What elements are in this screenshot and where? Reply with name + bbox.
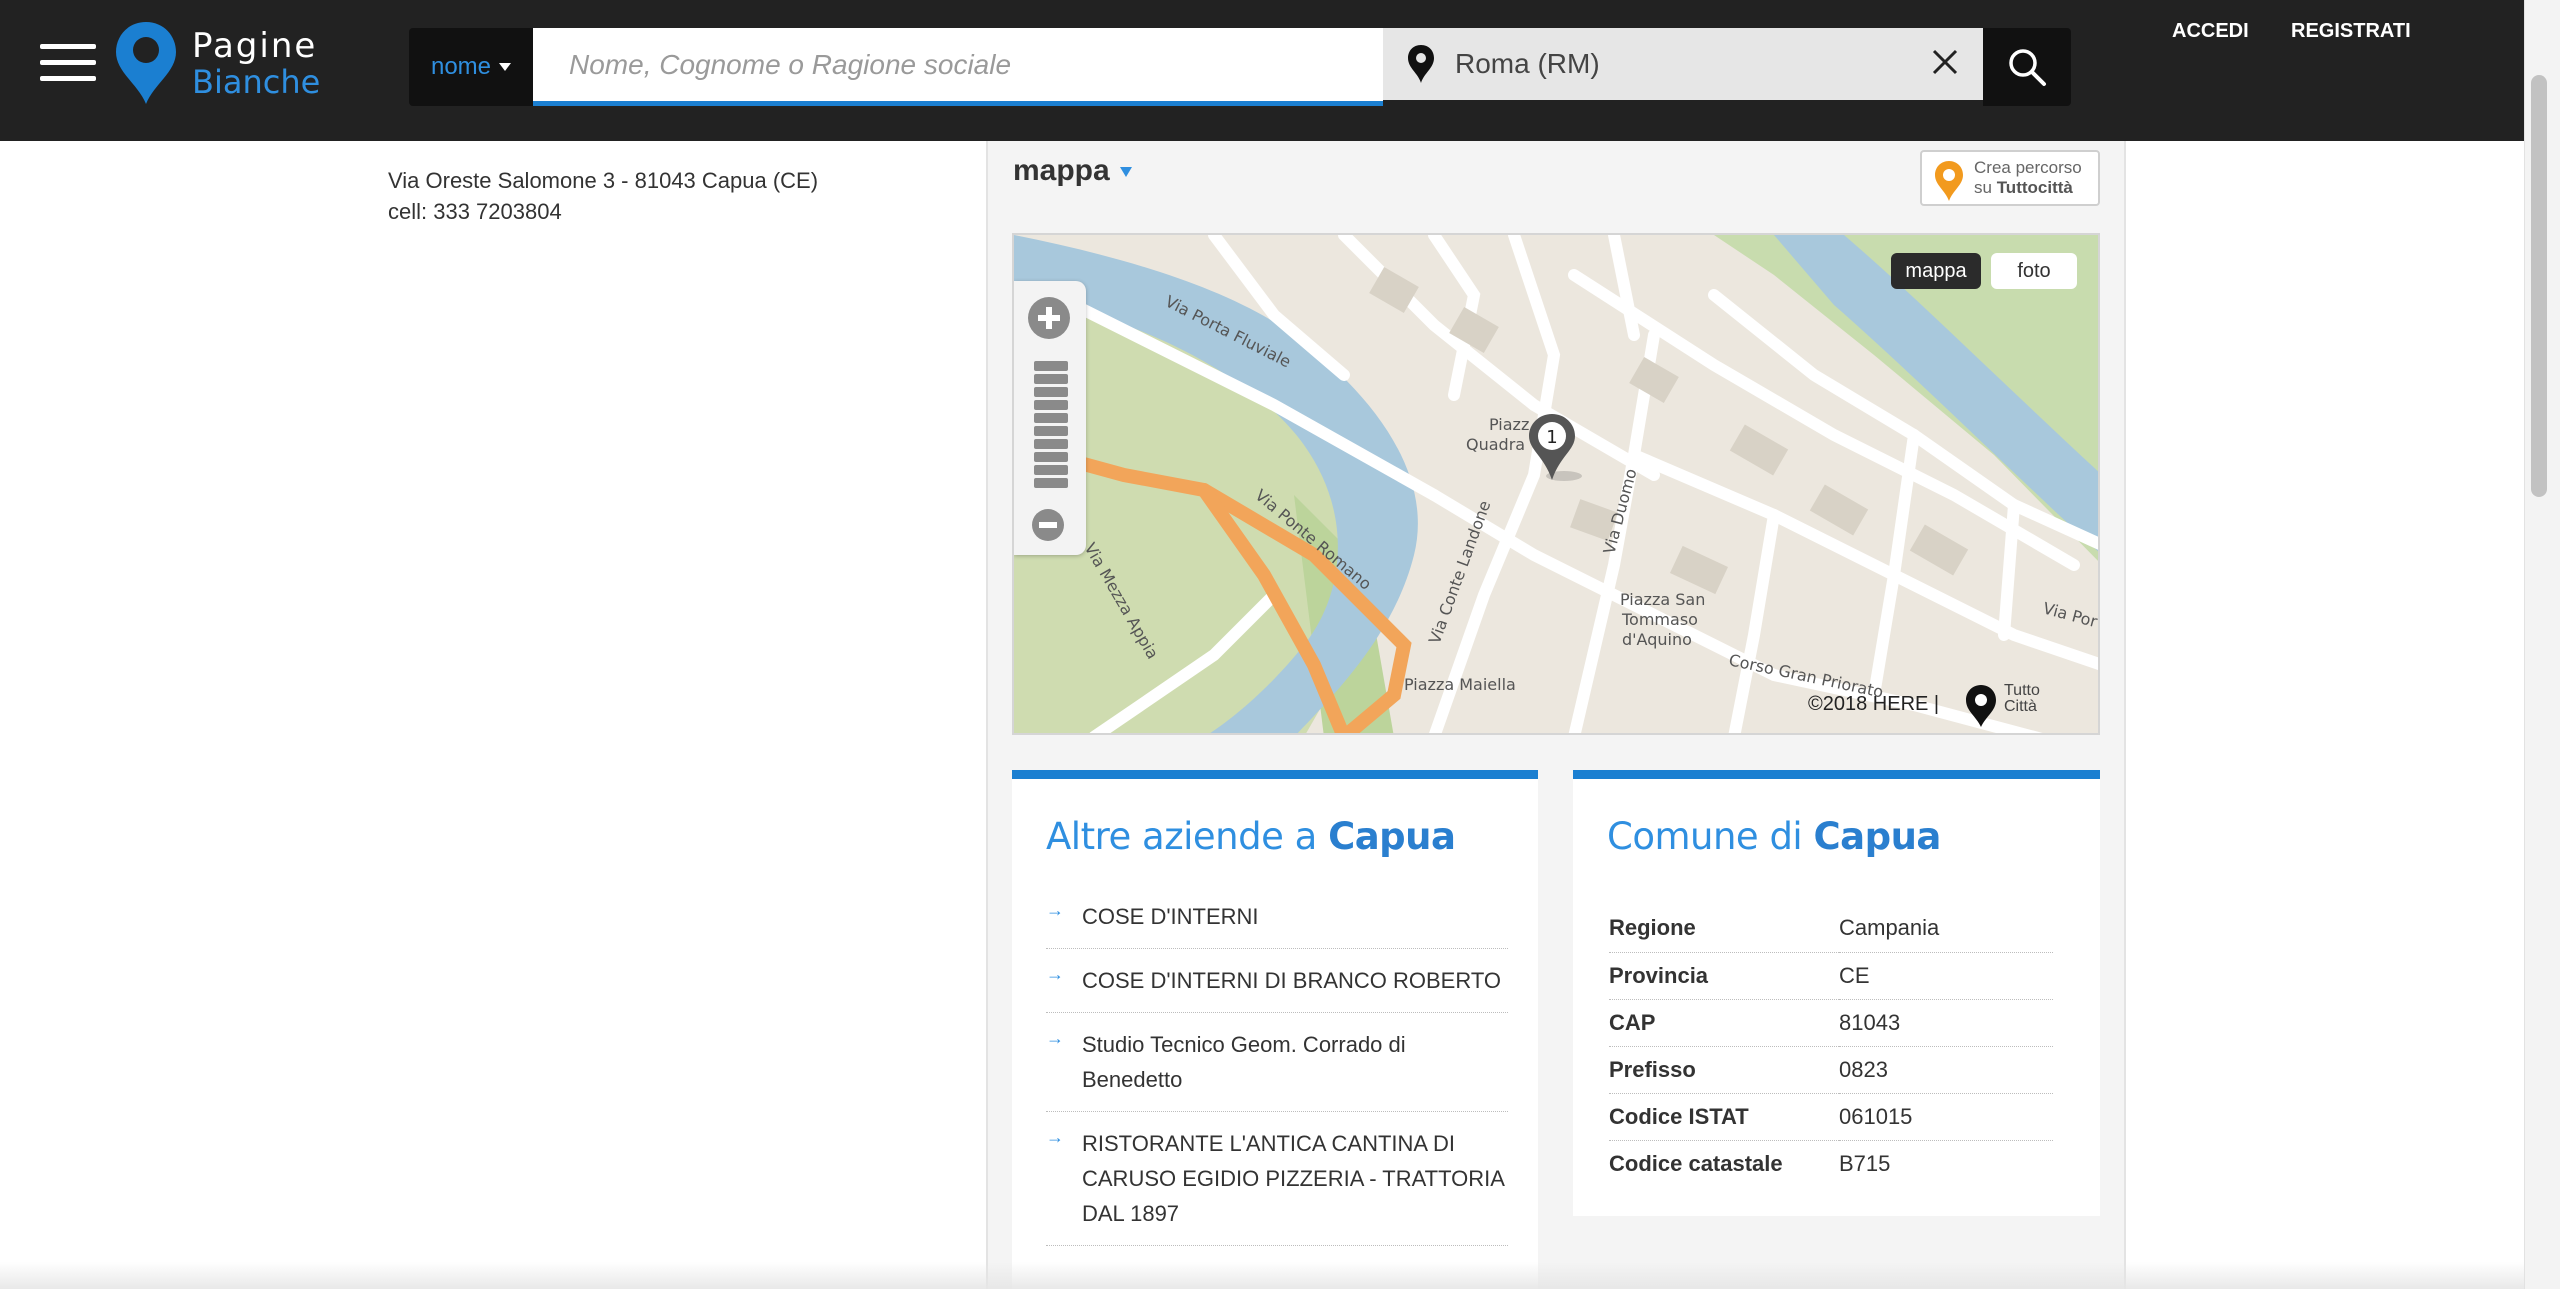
zoom-out-icon[interactable] [1032,509,1064,541]
table-row: Codice ISTAT 061015 [1609,1093,2053,1141]
info-key: CAP [1609,999,1839,1047]
zoom-slider[interactable] [1034,361,1068,496]
name-search-field [533,28,1383,106]
create-route-label: Crea percorso su Tuttocittà [1974,158,2082,198]
create-route-line2-prefix: su [1974,178,1997,197]
other-businesses-list: → COSE D'INTERNI → COSE D'INTERNI DI BRANC… [1046,899,1508,1246]
create-route-button[interactable]: Crea percorso su Tuttocittà [1920,150,2100,206]
page-scrollbar-thumb[interactable] [2531,75,2547,497]
list-item[interactable]: → Studio Tecnico Geom. Corrado di Benedet… [1046,1013,1508,1112]
table-row: Prefisso 0823 [1609,1046,2053,1094]
logo-pin-icon [116,22,176,104]
table-row: Provincia CE [1609,952,2053,1000]
other-businesses-title-city: Capua [1328,815,1456,858]
map-label-san-tommaso-3: d'Aquino [1622,630,1692,649]
map-title-label: mappa [1013,154,1110,187]
close-icon[interactable] [1929,46,1961,78]
municipality-card: Comune di Capua Regione Campania Provinci… [1573,770,2100,1216]
search-type-select[interactable]: nome [409,28,533,106]
list-item-label: RISTORANTE L'ANTICA CANTINA DI CARUSO EG… [1082,1131,1504,1226]
create-route-brand: Tuttocittà [1996,178,2073,197]
other-businesses-title-prefix: Altre aziende a [1046,815,1329,858]
register-link[interactable]: REGISTRATI [2291,20,2411,43]
map-title[interactable]: mappa [1013,154,1132,188]
arrow-right-icon: → [1046,1028,1064,1048]
top-header: Pagine Bianche nome Roma (RM) [0,0,2524,141]
other-businesses-card: Altre aziende a Capua → COSE D'INTERNI → C… [1012,770,1538,1289]
bottom-fade [0,1262,2524,1289]
map-view-toggle: mappa foto [1891,253,2077,289]
map-zoom-control [1014,281,1086,555]
municipality-info-table: Regione Campania Provincia CE CAP 81043 Pre… [1609,905,2053,1187]
name-search-input[interactable] [533,28,1383,101]
arrow-right-icon: → [1046,900,1064,920]
search-button[interactable] [1983,28,2071,106]
tuttocitta-line1: Tutto [2004,682,2040,699]
list-item[interactable]: → RISTORANTE L'ANTICA CANTINA DI CARUSO E… [1046,1112,1508,1246]
table-row: CAP 81043 [1609,999,2053,1047]
info-key: Prefisso [1609,1046,1839,1094]
listing-address: Via Oreste Salomone 3 - 81043 Capua (CE) [388,168,819,193]
info-key: Regione [1609,905,1839,953]
municipality-title-city: Capua [1813,815,1941,858]
arrow-right-icon: → [1046,1127,1064,1147]
map-view[interactable]: Via Porta Fluviale Via Ponte Romano Via … [1012,233,2100,735]
create-route-line1: Crea percorso [1974,158,2082,177]
search-type-label: nome [430,53,492,80]
table-row: Codice catastale B715 [1609,1140,2053,1187]
list-item[interactable]: → COSE D'INTERNI [1046,899,1508,949]
map-marker-number: 1 [1546,427,1557,448]
search-bar: nome Roma (RM) [409,28,2071,106]
menu-icon[interactable] [40,44,96,82]
info-key: Codice catastale [1609,1150,1783,1176]
list-item-label: COSE D'INTERNI [1082,904,1259,929]
info-key: Codice ISTAT [1609,1093,1839,1141]
map-label-san-tommaso-2: Tommaso [1621,610,1698,629]
list-item-label: Studio Tecnico Geom. Corrado di Benedett… [1082,1032,1406,1092]
info-value: CE [1839,952,2053,1000]
list-item[interactable]: → COSE D'INTERNI DI BRANCO ROBERTO [1046,949,1508,1013]
map-label-piazza-maiella: Piazza Maiella [1404,675,1516,694]
location-field[interactable]: Roma (RM) [1383,28,1983,100]
list-item-label: COSE D'INTERNI DI BRANCO ROBERTO [1082,968,1501,993]
listing-contact: Via Oreste Salomone 3 - 81043 Capua (CE)… [388,165,818,227]
zoom-in-icon[interactable] [1028,297,1070,339]
tuttocitta-logo-text: Tutto Città [2004,683,2040,715]
table-row: Regione Campania [1609,905,2053,953]
pagine-bianche-logo[interactable]: Pagine Bianche [114,20,324,110]
info-value: 81043 [1839,999,2053,1047]
caret-down-icon [1119,167,1132,178]
tuttocitta-pin-icon [1966,685,1996,727]
info-value: B715 [1839,1150,1891,1176]
login-link[interactable]: ACCEDI [2172,20,2249,43]
map-copyright: ©2018 HERE | [1808,693,1940,715]
location-pin-icon [1408,45,1434,83]
municipality-title: Comune di Capua [1607,815,1941,858]
listing-cell: cell: 333 7203804 [388,199,562,224]
photo-mode-button[interactable]: foto [1991,253,2077,289]
logo-text: Pagine Bianche [192,28,320,100]
municipality-title-prefix: Comune di [1607,815,1814,858]
other-businesses-title: Altre aziende a Capua [1046,815,1456,858]
logo-line-bianche: Bianche [192,63,321,101]
info-value: Campania [1839,905,2053,953]
location-value: Roma (RM) [1455,48,1600,79]
tuttocitta-line2: Città [2004,698,2037,715]
info-value: 0823 [1839,1046,2053,1094]
logo-line-pagine: Pagine [192,26,318,66]
info-value: 061015 [1839,1093,2053,1141]
search-icon [2009,49,2046,86]
map-label-piazza-quadra-2: Quadra [1466,435,1525,454]
caret-down-icon [499,63,512,71]
route-pin-icon [1935,161,1963,201]
map-label-san-tommaso-1: Piazza San [1620,590,1705,609]
info-key: Provincia [1609,952,1839,1000]
map-marker-icon[interactable]: 1 [1524,410,1584,486]
map-mode-button[interactable]: mappa [1891,253,1981,289]
arrow-right-icon: → [1046,964,1064,984]
